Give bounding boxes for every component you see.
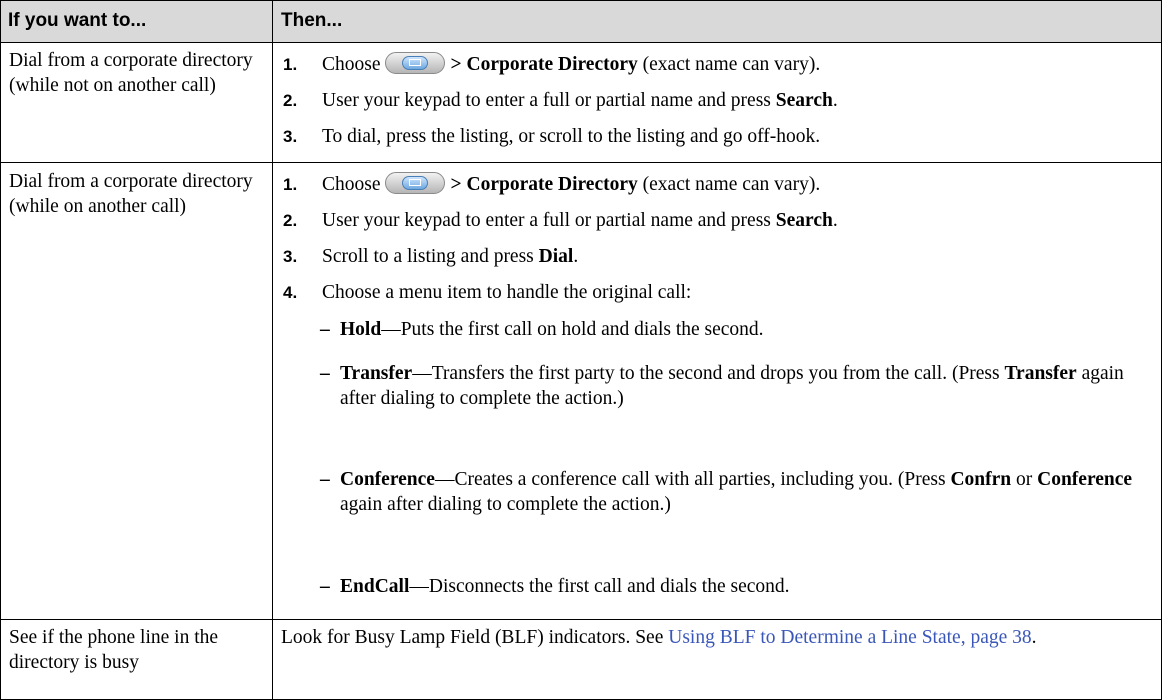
directory-book-icon — [384, 52, 445, 74]
row2-bottom-border — [0, 619, 1162, 620]
option-term: EndCall — [340, 576, 410, 597]
header-col1-label: If you want to... — [8, 10, 147, 31]
blf-reference-link[interactable]: Using BLF to Determine a Line State, pag… — [668, 627, 1031, 648]
option-dash: – — [320, 469, 330, 490]
header-bottom-border — [0, 42, 1162, 43]
column-divider — [272, 0, 273, 700]
option-term: Transfer — [340, 363, 413, 384]
option-desc: —Disconnects the first call and dials th… — [409, 576, 790, 597]
option-desc-tail: again after dialing to complete the acti… — [340, 494, 671, 515]
row2-task: Dial from a corporate directory (while o… — [9, 171, 253, 217]
step-text-post: (exact name can vary). — [637, 174, 821, 195]
option-dash: – — [320, 576, 330, 597]
step-text-post: (exact name can vary). — [637, 54, 821, 75]
step-number: 1. — [283, 175, 298, 194]
option-term-inline: Transfer — [1004, 363, 1077, 384]
row1-task: Dial from a corporate directory (while n… — [9, 50, 253, 96]
header-col2-label: Then... — [281, 10, 343, 31]
option-desc: —Creates a conference call with all part… — [434, 469, 951, 490]
header-col1: If you want to... — [0, 0, 272, 42]
option-desc: —Transfers the first party to the second… — [412, 363, 1005, 384]
row1-bottom-border — [0, 162, 1162, 163]
step-text: Scroll to a listing and press — [322, 246, 539, 267]
step-text: Choose — [322, 54, 381, 75]
header-col2: Then... — [273, 0, 1162, 42]
table-top-border — [0, 0, 1162, 1]
step-bold: Search — [775, 90, 833, 111]
step-text-post: . — [573, 246, 579, 267]
option-term-inline: Confrn — [950, 469, 1012, 490]
step-number: 3. — [283, 127, 298, 146]
directory-help-table: If you want to... Then... Dial from a co… — [0, 0, 1162, 700]
step-number: 2. — [283, 211, 298, 230]
option-dash: – — [320, 363, 330, 384]
step-number: 2. — [283, 91, 298, 110]
step-text: Choose — [322, 174, 381, 195]
row3-instructions: Look for Busy Lamp Field (BLF) indicator… — [281, 625, 1153, 650]
step-text-post: . — [832, 90, 838, 111]
option-desc: —Puts the first call on hold and dials t… — [381, 319, 764, 340]
step-text: Choose a menu item to handle the origina… — [322, 282, 692, 303]
option-term: Conference — [340, 469, 435, 490]
step-number: 3. — [283, 247, 298, 266]
step-bold: > Corporate Directory — [450, 54, 638, 75]
option-dash: – — [320, 319, 330, 340]
directory-book-icon — [384, 172, 445, 194]
step-number: 4. — [283, 283, 298, 302]
step-bold: > Corporate Directory — [450, 174, 638, 195]
row3-task: See if the phone line in the directory i… — [9, 627, 219, 673]
step-text: To dial, press the listing, or scroll to… — [322, 126, 821, 147]
instruction-text-post: . — [1031, 627, 1037, 648]
step-text: User your keypad to enter a full or part… — [322, 90, 776, 111]
step-text: User your keypad to enter a full or part… — [322, 210, 776, 231]
option-desc-mid: or — [1011, 469, 1038, 490]
table-left-border — [0, 0, 1, 700]
option-term-inline-2: Conference — [1037, 469, 1133, 490]
step-text-post: . — [832, 210, 838, 231]
option-term: Hold — [340, 319, 382, 340]
instruction-text: Look for Busy Lamp Field (BLF) indicator… — [281, 627, 669, 648]
step-number: 1. — [283, 55, 298, 74]
step-bold: Search — [775, 210, 833, 231]
step-bold: Dial — [538, 246, 574, 267]
